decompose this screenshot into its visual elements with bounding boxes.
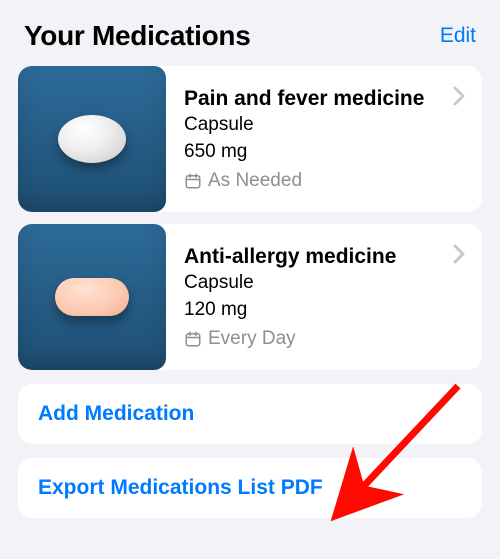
header: Your Medications Edit xyxy=(0,0,500,66)
medication-row[interactable]: Pain and fever medicine Capsule 650 mg A… xyxy=(18,66,482,212)
medication-thumbnail xyxy=(18,66,166,212)
calendar-icon xyxy=(184,172,202,190)
chevron-right-icon xyxy=(452,86,466,106)
pill-capsule-icon xyxy=(55,278,129,316)
schedule-text: Every Day xyxy=(208,328,296,350)
medication-row[interactable]: Anti-allergy medicine Capsule 120 mg Eve… xyxy=(18,224,482,370)
medication-thumbnail xyxy=(18,224,166,370)
medication-name: Anti-allergy medicine xyxy=(184,244,442,269)
medication-form: Capsule xyxy=(184,113,442,138)
edit-button[interactable]: Edit xyxy=(440,24,476,48)
medication-info: Pain and fever medicine Capsule 650 mg A… xyxy=(166,66,482,212)
medication-info: Anti-allergy medicine Capsule 120 mg Eve… xyxy=(166,224,482,370)
medication-strength: 650 mg xyxy=(184,140,442,165)
pill-oval-icon xyxy=(58,115,126,163)
schedule-text: As Needed xyxy=(208,170,302,192)
chevron-right-icon xyxy=(452,244,466,264)
medication-strength: 120 mg xyxy=(184,298,442,323)
medication-form: Capsule xyxy=(184,271,442,296)
medication-schedule: Every Day xyxy=(184,328,442,350)
page-title: Your Medications xyxy=(24,20,251,52)
export-pdf-button[interactable]: Export Medications List PDF xyxy=(18,458,482,518)
add-medication-button[interactable]: Add Medication xyxy=(18,384,482,444)
medication-name: Pain and fever medicine xyxy=(184,86,442,111)
calendar-icon xyxy=(184,330,202,348)
medication-schedule: As Needed xyxy=(184,170,442,192)
